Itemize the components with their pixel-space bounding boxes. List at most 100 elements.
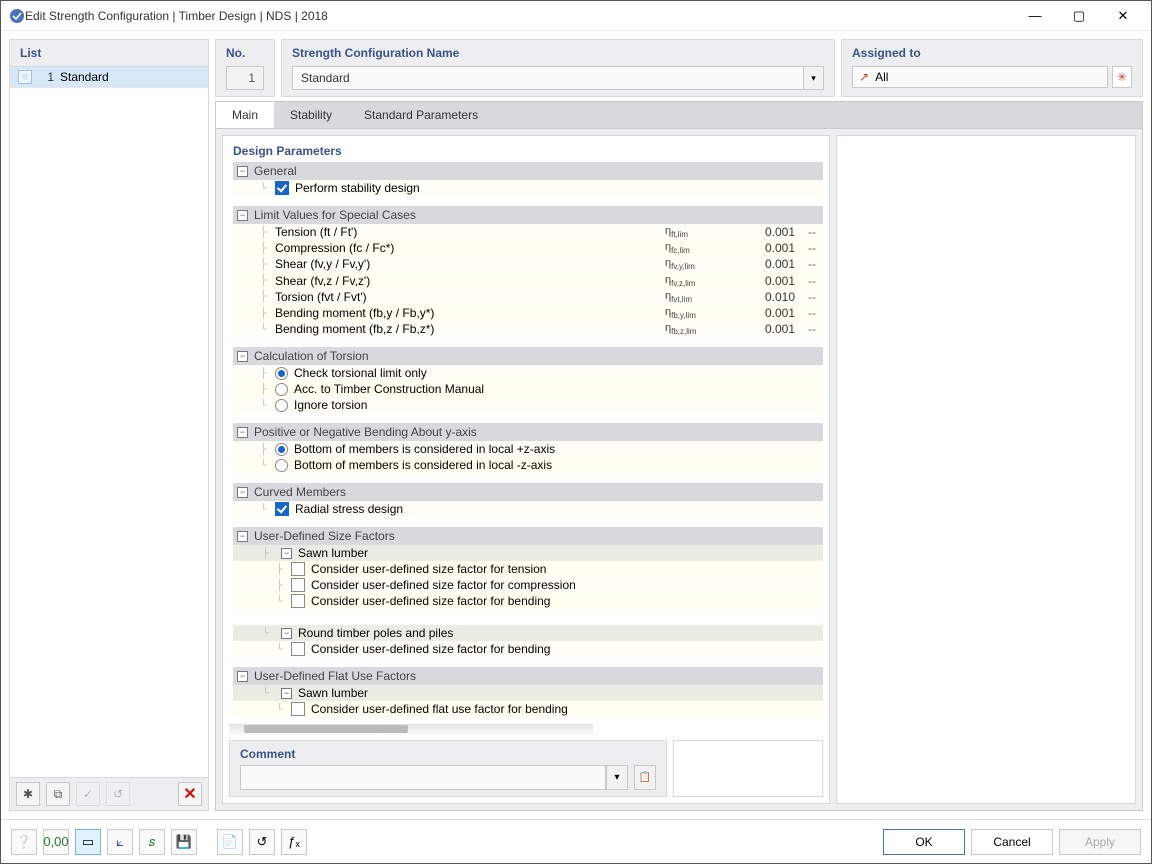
group-label: User-Defined Size Factors (254, 529, 395, 543)
collapse-icon[interactable]: − (281, 548, 292, 559)
ok-button[interactable]: OK (883, 829, 965, 855)
list-toolbar: ✱ ⧉ ✓ ↺ ✕ (10, 777, 208, 810)
script-button[interactable]: 𝑠 (139, 829, 165, 855)
number-label: No. (226, 46, 264, 60)
member-icon: ↗ (859, 70, 869, 84)
config-name-input[interactable]: Standard (292, 66, 804, 90)
comment-library-button[interactable]: 📋 (634, 765, 656, 790)
limit-row-tension[interactable]: ├ Tension (ft / Ft') ηft,lim 0.001 -- (233, 224, 823, 240)
group-general[interactable]: − General (233, 162, 823, 180)
list-body[interactable]: 1 Standard (10, 66, 208, 777)
clipboard-button[interactable]: 📄 (217, 829, 243, 855)
list-item-label: Standard (60, 70, 109, 84)
torsion-ignore-radio[interactable] (275, 399, 288, 412)
limit-row-compression[interactable]: ├ Compression (fc / Fc*) ηfc,lim 0.001 -… (233, 240, 823, 256)
tab-main[interactable]: Main (216, 102, 274, 128)
toolbar-button-b: ↺ (106, 782, 130, 806)
group-limit-values[interactable]: − Limit Values for Special Cases (233, 206, 823, 224)
comment-side-panel (673, 740, 823, 797)
number-value: 1 (226, 66, 264, 90)
group-curved[interactable]: − Curved Members (233, 483, 823, 501)
comment-dropdown[interactable]: ▾ (606, 765, 628, 790)
minimize-button[interactable]: — (1015, 2, 1055, 30)
limit-row-shear-y[interactable]: ├ Shear (fv,y / Fv,y') ηfv,y,lim 0.001 -… (233, 256, 823, 272)
size-tension-checkbox[interactable] (291, 562, 305, 576)
horizontal-scrollbar[interactable] (229, 724, 593, 734)
perform-stability-checkbox[interactable] (275, 181, 289, 195)
group-torsion[interactable]: − Calculation of Torsion (233, 347, 823, 365)
collapse-icon[interactable]: − (237, 166, 248, 177)
list-item-standard[interactable]: 1 Standard (10, 67, 208, 88)
title-bar: Edit Strength Configuration | Timber Des… (1, 1, 1151, 31)
limit-row-bending-y[interactable]: ├ Bending moment (fb,y / Fb,y*) ηfb,y,li… (233, 305, 823, 321)
perform-stability-label: Perform stability design (295, 181, 420, 195)
collapse-icon[interactable]: − (237, 351, 248, 362)
bending-minus-z-radio[interactable] (275, 459, 288, 472)
parameters-scroll[interactable]: − General └ Perform stability design (223, 162, 829, 720)
help-button[interactable]: ❔ (11, 829, 37, 855)
comment-label: Comment (240, 747, 656, 761)
collapse-icon[interactable]: − (237, 210, 248, 221)
comment-input[interactable] (240, 765, 606, 790)
fx-button[interactable]: ƒₓ (281, 829, 307, 855)
bending-plus-z-radio[interactable] (275, 443, 288, 456)
sub-label: Round timber poles and piles (298, 626, 453, 640)
list-panel: List 1 Standard ✱ ⧉ ✓ ↺ ✕ (9, 39, 209, 811)
torsion-limit-radio[interactable] (275, 367, 288, 380)
maximize-button[interactable]: ▢ (1059, 2, 1099, 30)
collapse-icon[interactable]: − (237, 531, 248, 542)
config-name-dropdown[interactable]: ▾ (804, 66, 824, 90)
tab-stability[interactable]: Stability (274, 102, 348, 128)
close-button[interactable]: ✕ (1103, 2, 1143, 30)
reset-button[interactable]: ↺ (249, 829, 275, 855)
toolbar-button-a: ✓ (76, 782, 100, 806)
group-label: Positive or Negative Bending About y-axi… (254, 425, 477, 439)
group-label: Calculation of Torsion (254, 349, 369, 363)
collapse-icon[interactable]: − (281, 628, 292, 639)
new-item-button[interactable]: ✱ (16, 782, 40, 806)
assigned-value: All (875, 70, 888, 84)
tab-standard-parameters[interactable]: Standard Parameters (348, 102, 494, 128)
preview-panel (836, 135, 1136, 804)
delete-item-button[interactable]: ✕ (178, 782, 202, 806)
save-button[interactable]: 💾 (171, 829, 197, 855)
name-label: Strength Configuration Name (292, 46, 824, 60)
window-title: Edit Strength Configuration | Timber Des… (25, 9, 1015, 23)
limit-row-shear-z[interactable]: ├ Shear (fv,z / Fv,z') ηfv,z,lim 0.001 -… (233, 273, 823, 289)
radial-stress-checkbox[interactable] (275, 502, 289, 516)
torsion-manual-radio[interactable] (275, 383, 288, 396)
list-header: List (10, 40, 208, 66)
app-icon (9, 8, 25, 24)
assigned-field[interactable]: ↗ All (852, 66, 1108, 88)
sub-label: Sawn lumber (298, 546, 368, 560)
design-parameters-title: Design Parameters (223, 136, 829, 162)
name-box: Strength Configuration Name Standard ▾ (281, 39, 835, 97)
flat-bending-checkbox[interactable] (291, 702, 305, 716)
limit-row-torsion[interactable]: ├ Torsion (fvt / Fvt') ηfvt,lim 0.010 -- (233, 289, 823, 305)
config-icon (18, 70, 32, 84)
list-item-number: 1 (40, 70, 54, 84)
copy-item-button[interactable]: ⧉ (46, 782, 70, 806)
assigned-box: Assigned to ↗ All ✳ (841, 39, 1143, 97)
view-button[interactable]: ▭ (75, 829, 101, 855)
group-label: Limit Values for Special Cases (254, 208, 416, 222)
assigned-select-button[interactable]: ✳ (1112, 66, 1132, 88)
limit-row-bending-z[interactable]: └ Bending moment (fb,z / Fb,z*) ηfb,z,li… (233, 321, 823, 337)
group-label: User-Defined Flat Use Factors (254, 669, 416, 683)
collapse-icon[interactable]: − (237, 671, 248, 682)
assigned-label: Assigned to (852, 46, 1132, 60)
number-box: No. 1 (215, 39, 275, 97)
group-size-factors[interactable]: − User-Defined Size Factors (233, 527, 823, 545)
cancel-button[interactable]: Cancel (971, 829, 1053, 855)
round-bending-checkbox[interactable] (291, 642, 305, 656)
size-compression-checkbox[interactable] (291, 578, 305, 592)
collapse-icon[interactable]: − (237, 487, 248, 498)
group-label: Curved Members (254, 485, 346, 499)
collapse-icon[interactable]: − (237, 427, 248, 438)
axes-button[interactable]: ⟀ (107, 829, 133, 855)
units-button[interactable]: 0,00 (43, 829, 69, 855)
collapse-icon[interactable]: − (281, 688, 292, 699)
group-flat-use[interactable]: − User-Defined Flat Use Factors (233, 667, 823, 685)
size-bending-checkbox[interactable] (291, 594, 305, 608)
group-bending[interactable]: − Positive or Negative Bending About y-a… (233, 423, 823, 441)
